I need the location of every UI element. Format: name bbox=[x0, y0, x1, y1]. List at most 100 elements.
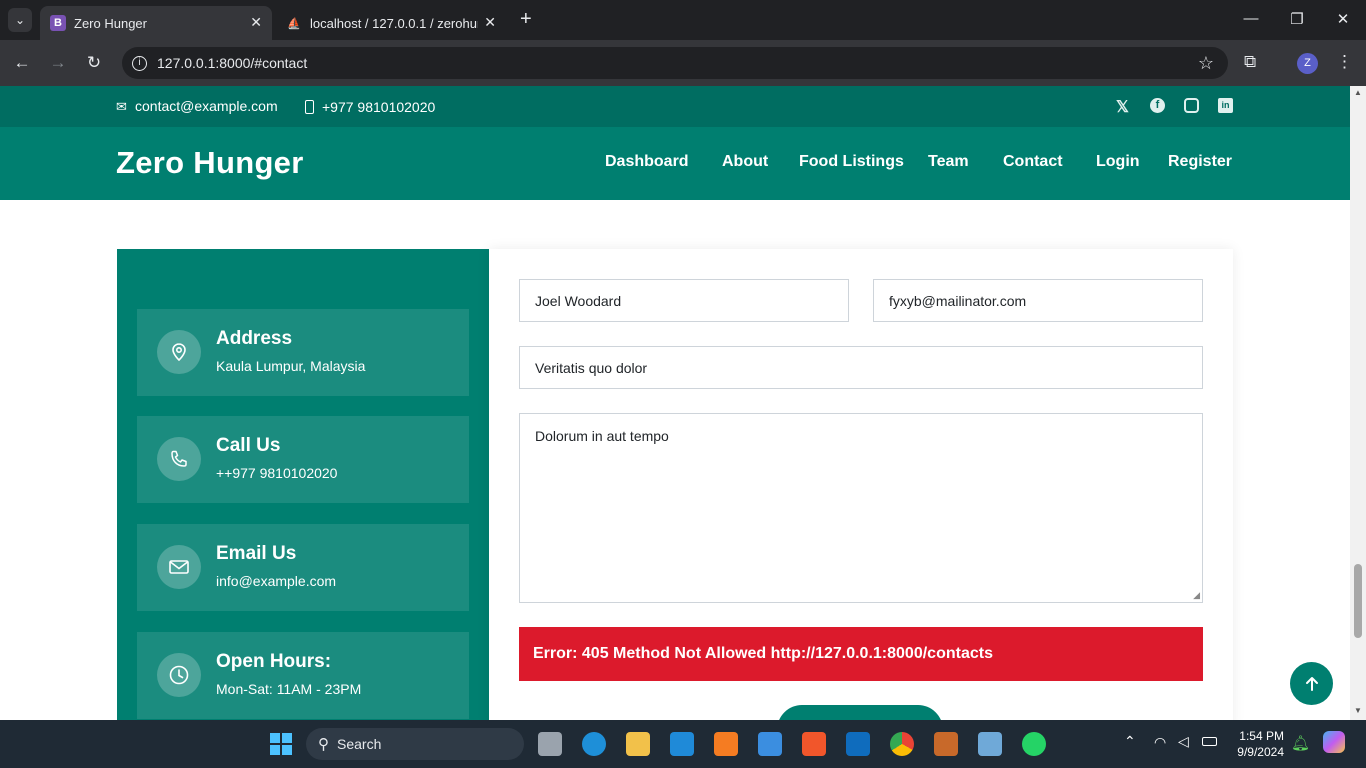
windows-taskbar: ⚲ Search ⌃ ◠ ◁ 1:54 PM 9/9/2024 🔔︎ bbox=[0, 720, 1366, 768]
wifi-icon[interactable]: ◠ bbox=[1154, 734, 1166, 751]
instagram-icon[interactable] bbox=[1184, 98, 1199, 113]
windows-start-icon[interactable] bbox=[270, 733, 292, 755]
tab-zero-hunger[interactable]: B Zero Hunger ✕ bbox=[40, 6, 272, 40]
reload-icon[interactable]: ↻ bbox=[84, 53, 104, 73]
nav-contact[interactable]: Contact bbox=[1003, 153, 1063, 171]
facebook-icon[interactable]: f bbox=[1150, 98, 1165, 113]
menu-icon[interactable]: ⋮ bbox=[1336, 52, 1353, 72]
card-title: Open Hours: bbox=[216, 651, 332, 672]
card-text: Kaula Lumpur, Malaysia bbox=[216, 358, 366, 374]
forward-icon[interactable]: → bbox=[48, 53, 68, 73]
notification-bell-icon[interactable]: 🔔︎ bbox=[1291, 734, 1310, 752]
clock-date: 9/9/2024 bbox=[1237, 745, 1284, 759]
card-title: Email Us bbox=[216, 543, 297, 564]
nav-register[interactable]: Register bbox=[1168, 153, 1232, 171]
clock-time: 1:54 PM bbox=[1239, 729, 1284, 743]
arrow-up-icon bbox=[1305, 676, 1318, 691]
new-tab-button[interactable]: + bbox=[520, 8, 532, 31]
error-alert: Error: 405 Method Not Allowed http://127… bbox=[519, 627, 1203, 681]
scrollbar-thumb[interactable] bbox=[1354, 564, 1362, 638]
browser-tab-bar: ⌄ B Zero Hunger ✕ ⛵ localhost / 127.0.0.… bbox=[0, 0, 1366, 40]
mysql-workbench-icon[interactable] bbox=[934, 732, 958, 756]
close-tab-icon[interactable]: ✕ bbox=[250, 14, 262, 31]
message-text: Dolorum in aut tempo bbox=[535, 428, 669, 444]
task-view-icon[interactable] bbox=[538, 732, 562, 756]
search-label: Search bbox=[337, 736, 382, 752]
whatsapp-icon[interactable] bbox=[1022, 732, 1046, 756]
contact-info-panel: Address Kaula Lumpur, Malaysia Call Us +… bbox=[117, 249, 489, 720]
bootstrap-favicon-icon: B bbox=[50, 15, 66, 31]
chevron-up-icon[interactable]: ⌃ bbox=[1124, 733, 1136, 750]
chrome-icon[interactable] bbox=[890, 732, 914, 756]
nav-food-listings[interactable]: Food Listings bbox=[799, 153, 904, 171]
card-text: Mon-Sat: 11AM - 23PM bbox=[216, 681, 362, 697]
microsoft-store-icon[interactable] bbox=[758, 732, 782, 756]
volume-icon[interactable]: ◁ bbox=[1178, 733, 1189, 750]
email-card: Email Us info@example.com bbox=[137, 524, 469, 611]
scroll-up-icon[interactable]: ▲ bbox=[1354, 88, 1362, 97]
close-window-icon[interactable]: ✕ bbox=[1328, 10, 1358, 28]
linkedin-icon[interactable]: in bbox=[1218, 98, 1233, 113]
brave-icon[interactable] bbox=[802, 732, 826, 756]
taskbar-search[interactable]: ⚲ Search bbox=[306, 728, 524, 760]
scroll-down-icon[interactable]: ▼ bbox=[1354, 706, 1362, 715]
tab-label: localhost / 127.0.0.1 / zerohung bbox=[310, 15, 478, 31]
edge-icon[interactable] bbox=[582, 732, 606, 756]
subject-input[interactable]: Veritatis quo dolor bbox=[519, 346, 1203, 389]
back-to-top-button[interactable] bbox=[1290, 662, 1333, 705]
open-hours-card: Open Hours: Mon-Sat: 11AM - 23PM bbox=[137, 632, 469, 719]
address-bar[interactable]: i 127.0.0.1:8000/#contact ☆ bbox=[122, 47, 1228, 79]
card-title: Call Us bbox=[216, 435, 281, 456]
map-pin-icon bbox=[157, 330, 201, 374]
minimize-icon[interactable]: — bbox=[1236, 10, 1266, 27]
name-input[interactable]: Joel Woodard bbox=[519, 279, 849, 322]
message-textarea[interactable]: Dolorum in aut tempo ◢ bbox=[519, 413, 1203, 603]
nav-about[interactable]: About bbox=[722, 153, 768, 171]
topbar-phone[interactable]: +977 9810102020 bbox=[322, 99, 435, 115]
nav-dashboard[interactable]: Dashboard bbox=[605, 153, 689, 171]
site-info-icon[interactable]: i bbox=[132, 55, 147, 71]
card-text: ++977 9810102020 bbox=[216, 465, 338, 481]
mobile-phone-icon bbox=[305, 100, 314, 114]
topbar-email[interactable]: contact@example.com bbox=[135, 98, 278, 114]
resource-monitor-icon[interactable] bbox=[978, 732, 1002, 756]
url-text: 127.0.0.1:8000/#contact bbox=[157, 55, 308, 71]
system-clock[interactable]: 1:54 PM 9/9/2024 bbox=[1222, 728, 1284, 760]
phone-icon bbox=[157, 437, 201, 481]
extensions-icon[interactable]: ⧉ bbox=[1244, 52, 1256, 72]
tab-label: Zero Hunger bbox=[74, 15, 147, 31]
nav-team[interactable]: Team bbox=[928, 153, 969, 171]
resize-handle-icon[interactable]: ◢ bbox=[1193, 590, 1200, 601]
envelope-icon: ✉ bbox=[116, 99, 127, 114]
search-icon: ⚲ bbox=[318, 736, 329, 753]
contact-topbar: ✉ contact@example.com +977 9810102020 𝕏 … bbox=[0, 86, 1350, 127]
clock-icon bbox=[157, 653, 201, 697]
brand-logo[interactable]: Zero Hunger bbox=[116, 145, 304, 181]
battery-icon[interactable] bbox=[1202, 737, 1217, 746]
close-tab-icon[interactable]: ✕ bbox=[484, 14, 496, 31]
tab-phpmyadmin[interactable]: ⛵ localhost / 127.0.0.1 / zerohung ✕ bbox=[276, 6, 506, 40]
card-text: info@example.com bbox=[216, 573, 337, 589]
send-message-button[interactable] bbox=[777, 705, 943, 720]
xampp-icon[interactable] bbox=[714, 732, 738, 756]
web-page: ✉ contact@example.com +977 9810102020 𝕏 … bbox=[0, 86, 1350, 720]
bookmark-star-icon[interactable]: ☆ bbox=[1198, 53, 1214, 74]
page-scrollbar[interactable]: ▲ ▼ bbox=[1350, 86, 1366, 720]
back-icon[interactable]: ← bbox=[12, 53, 32, 73]
vscode-icon[interactable] bbox=[670, 732, 694, 756]
outlook-icon[interactable] bbox=[846, 732, 870, 756]
main-navbar: Zero Hunger Dashboard About Food Listing… bbox=[0, 127, 1350, 200]
envelope-icon bbox=[157, 545, 201, 589]
phpmyadmin-favicon-icon: ⛵ bbox=[287, 17, 301, 30]
restore-icon[interactable]: ❐ bbox=[1282, 10, 1312, 28]
profile-avatar[interactable]: Z bbox=[1297, 53, 1318, 74]
copilot-icon[interactable] bbox=[1323, 731, 1345, 753]
address-card: Address Kaula Lumpur, Malaysia bbox=[137, 309, 469, 396]
x-icon[interactable]: 𝕏 bbox=[1116, 97, 1129, 117]
file-explorer-icon[interactable] bbox=[626, 732, 650, 756]
card-title: Address bbox=[216, 328, 293, 349]
tab-search-button[interactable]: ⌄ bbox=[8, 8, 32, 32]
call-card: Call Us ++977 9810102020 bbox=[137, 416, 469, 503]
nav-login[interactable]: Login bbox=[1096, 153, 1140, 171]
email-input[interactable]: fyxyb@mailinator.com bbox=[873, 279, 1203, 322]
